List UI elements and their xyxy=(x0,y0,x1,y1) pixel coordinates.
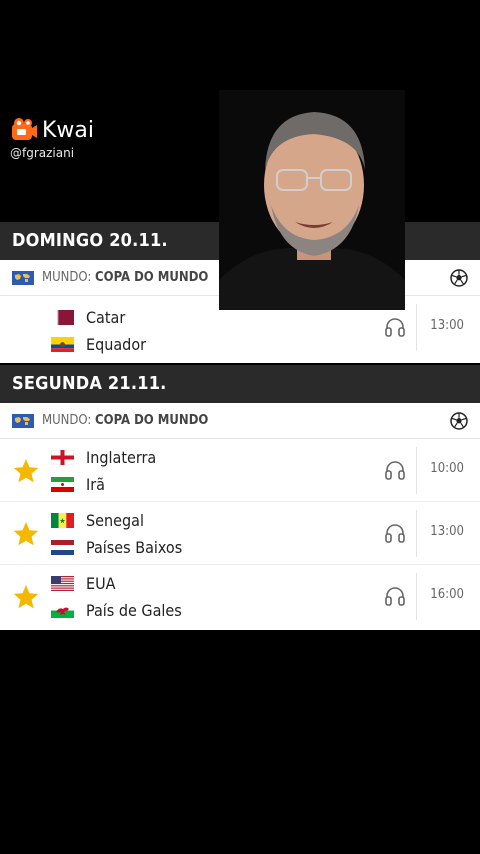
iran-flag-icon xyxy=(51,476,74,492)
senegal-flag-icon xyxy=(51,512,74,528)
separator xyxy=(416,573,417,620)
england-flag-icon xyxy=(51,449,74,465)
league-name: COPA DO MUNDO xyxy=(95,413,209,428)
match-time: 10:00 xyxy=(430,461,464,476)
wales-flag-icon xyxy=(51,602,74,618)
soccer-ball-icon xyxy=(450,269,468,287)
headset-icon[interactable] xyxy=(384,585,406,607)
ecuador-flag-icon xyxy=(51,336,74,352)
away-team: Equador xyxy=(86,334,147,354)
soccer-ball-icon xyxy=(450,412,468,430)
headset-icon[interactable] xyxy=(384,522,406,544)
home-team: Inglaterra xyxy=(86,447,157,467)
star-icon[interactable] xyxy=(12,520,40,548)
creator-handle: @fgraziani xyxy=(10,146,75,160)
star-icon[interactable] xyxy=(12,457,40,485)
league-name: COPA DO MUNDO xyxy=(95,270,209,285)
match-row[interactable]: EUA País de Gales 16:00 xyxy=(0,565,480,628)
home-team: Senegal xyxy=(86,510,144,530)
qatar-flag-icon xyxy=(51,309,74,325)
away-team: Irã xyxy=(86,474,105,494)
home-team: EUA xyxy=(86,573,116,593)
day-panel: MUNDO: COPA DO MUNDO Inglaterra Irã 10:0… xyxy=(0,403,480,630)
usa-flag-icon xyxy=(51,575,74,591)
netherlands-flag-icon xyxy=(51,539,74,555)
star-icon[interactable] xyxy=(12,583,40,611)
world-map-flag-icon xyxy=(12,413,34,428)
match-time: 13:00 xyxy=(430,318,464,333)
match-row[interactable]: Inglaterra Irã 10:00 xyxy=(0,439,480,502)
day-header: SEGUNDA 21.11. xyxy=(0,365,480,403)
league-prefix: MUNDO: xyxy=(42,270,92,285)
league-row[interactable]: MUNDO: COPA DO MUNDO xyxy=(0,403,480,439)
headset-icon[interactable] xyxy=(384,459,406,481)
presenter-photo xyxy=(219,90,405,310)
world-map-flag-icon xyxy=(12,270,34,285)
kwai-logo-icon xyxy=(10,116,38,144)
kwai-watermark: Kwai @fgraziani xyxy=(10,116,95,161)
home-team: Catar xyxy=(86,307,126,327)
away-team: País de Gales xyxy=(86,600,182,620)
headset-icon[interactable] xyxy=(384,316,406,338)
presenter-video xyxy=(219,90,405,310)
match-time: 13:00 xyxy=(430,524,464,539)
separator xyxy=(416,510,417,557)
separator xyxy=(416,304,417,351)
away-team: Países Baixos xyxy=(86,537,183,557)
separator xyxy=(416,447,417,494)
match-row[interactable]: Senegal Países Baixos 13:00 xyxy=(0,502,480,565)
league-prefix: MUNDO: xyxy=(42,413,92,428)
match-time: 16:00 xyxy=(430,587,464,602)
kwai-brand: Kwai xyxy=(42,117,95,143)
